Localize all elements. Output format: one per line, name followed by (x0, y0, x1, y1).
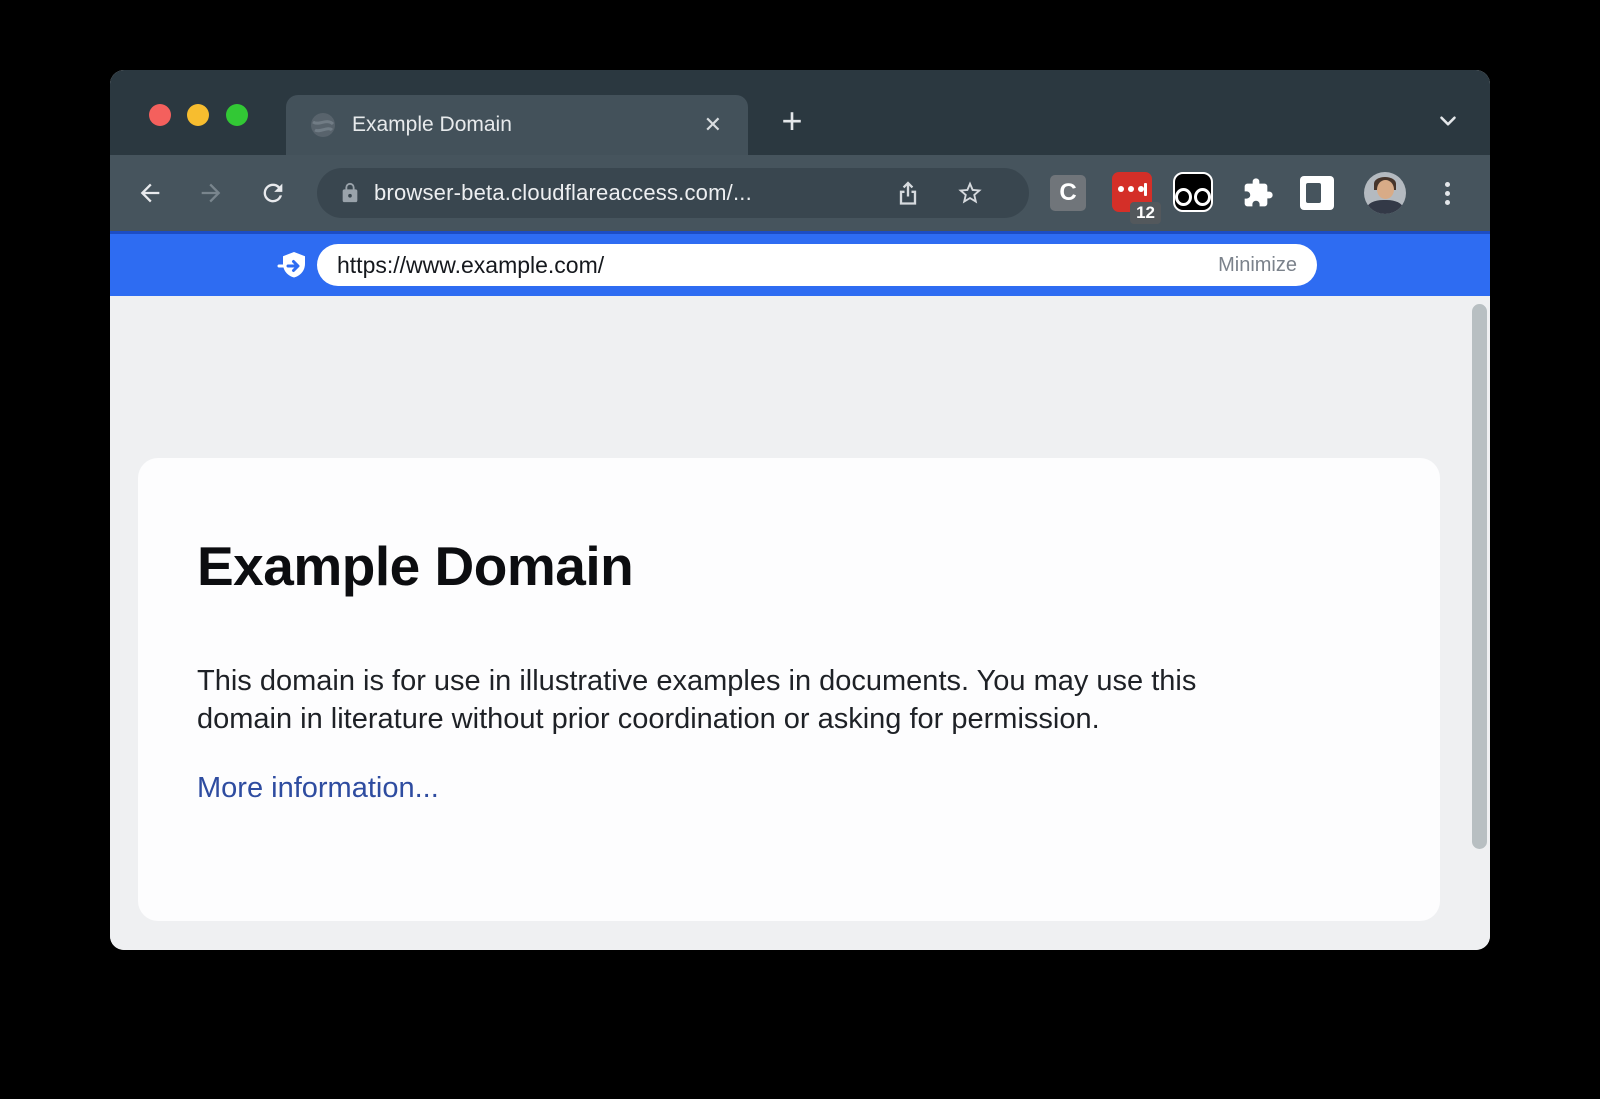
browser-menu-button[interactable] (1437, 175, 1457, 211)
password-manager-extension-button[interactable]: 12 (1112, 172, 1152, 212)
side-panel-button[interactable] (1300, 176, 1334, 210)
address-bar[interactable]: browser-beta.cloudflareaccess.com/... (317, 168, 1029, 218)
screen: Example Domain ✕ + (0, 0, 1600, 1099)
share-icon (894, 179, 922, 207)
profile-avatar[interactable] (1364, 172, 1406, 214)
tab-example-domain[interactable]: Example Domain ✕ (286, 95, 748, 155)
window-zoom-button[interactable] (226, 104, 248, 126)
reload-button[interactable] (259, 179, 287, 207)
kebab-menu-icon (1445, 182, 1450, 187)
new-tab-button[interactable]: + (772, 101, 812, 141)
isolation-banner: https://www.example.com/ Minimize (110, 231, 1490, 296)
page-title: Example Domain (197, 534, 633, 598)
extension-c-button[interactable]: C (1050, 175, 1086, 211)
vertical-scrollbar-thumb[interactable] (1472, 304, 1487, 849)
minimize-banner-button[interactable]: Minimize (1218, 254, 1297, 277)
page-viewport: Example Domain This domain is for use in… (110, 296, 1490, 950)
avatar-shoulders (1367, 200, 1403, 214)
window-close-button[interactable] (149, 104, 171, 126)
recorder-extension-button[interactable] (1173, 172, 1213, 212)
reload-icon (259, 179, 287, 207)
password-dots-icon (1118, 186, 1144, 192)
browser-window: Example Domain ✕ + (110, 70, 1490, 950)
tab-strip: Example Domain ✕ + (110, 70, 1490, 155)
forward-button[interactable] (197, 179, 225, 207)
password-cursor-icon (1144, 183, 1147, 196)
chevron-down-icon (1435, 108, 1461, 134)
address-bar-url: browser-beta.cloudflareaccess.com/... (374, 180, 752, 206)
avatar-face (1377, 180, 1394, 199)
tab-title: Example Domain (352, 113, 700, 137)
side-panel-icon (1306, 183, 1321, 203)
content-card: Example Domain This domain is for use in… (138, 458, 1440, 921)
puzzle-icon (1242, 177, 1274, 209)
tab-close-button[interactable]: ✕ (700, 112, 726, 138)
back-button[interactable] (136, 179, 164, 207)
arrow-right-icon (197, 179, 225, 207)
tab-search-button[interactable] (1428, 101, 1468, 141)
page-paragraph: This domain is for use in illustrative e… (197, 662, 1196, 738)
navigation-toolbar: browser-beta.cloudflareaccess.com/... C (110, 155, 1490, 231)
bookmark-button[interactable] (956, 179, 984, 210)
lens-icon (1194, 188, 1211, 206)
remote-url-value: https://www.example.com/ (337, 252, 1218, 279)
paragraph-line: This domain is for use in illustrative e… (197, 662, 1196, 700)
window-minimize-button[interactable] (187, 104, 209, 126)
globe-favicon-icon (310, 112, 336, 138)
arrow-left-icon (136, 179, 164, 207)
extensions-menu-button[interactable] (1242, 177, 1274, 209)
star-icon (956, 179, 984, 207)
shield-arrow-icon (277, 249, 311, 283)
share-button[interactable] (894, 179, 922, 210)
remote-url-input[interactable]: https://www.example.com/ Minimize (317, 244, 1317, 286)
more-information-link[interactable]: More information... (197, 772, 439, 805)
paragraph-line: domain in literature without prior coord… (197, 700, 1196, 738)
password-count-badge: 12 (1130, 202, 1161, 224)
lock-icon (339, 182, 361, 204)
lens-icon (1175, 188, 1192, 206)
